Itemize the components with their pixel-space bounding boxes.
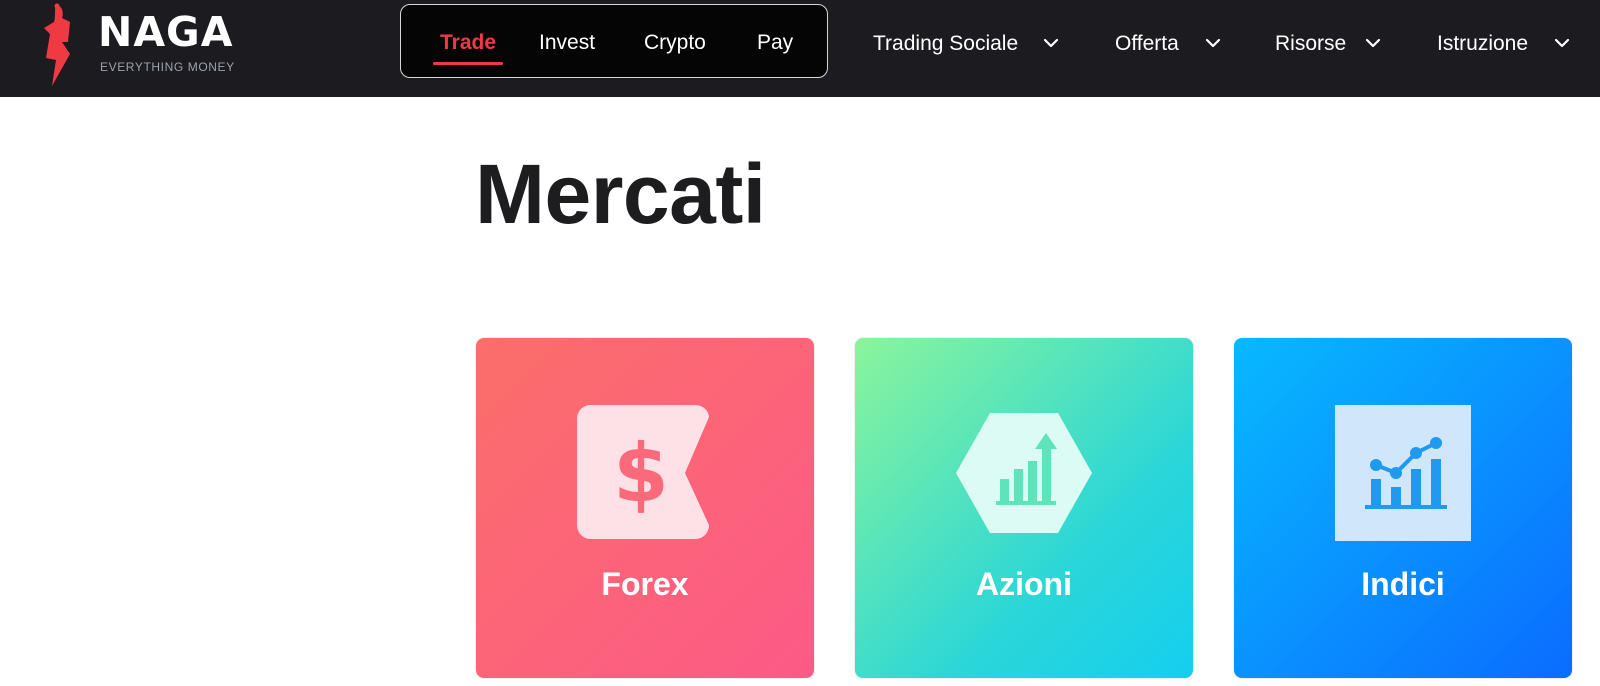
market-card-forex[interactable]: $ Forex bbox=[476, 338, 814, 678]
nav-istruzione[interactable]: Istruzione bbox=[1437, 27, 1582, 61]
market-label: Indici bbox=[1361, 566, 1445, 602]
index-chart-icon bbox=[1335, 405, 1471, 541]
market-label: Forex bbox=[601, 566, 689, 602]
nav-item-label: Istruzione bbox=[1437, 32, 1529, 55]
tab-crypto[interactable]: Crypto bbox=[644, 5, 706, 79]
naga-logo[interactable]: NAGA EVERYTHING MONEY bbox=[40, 0, 240, 97]
nav-risorse[interactable]: Risorse bbox=[1275, 27, 1385, 61]
chevron-down-icon bbox=[1205, 38, 1221, 48]
top-navigation-bar: NAGA EVERYTHING MONEY Trade Invest Crypt… bbox=[0, 0, 1600, 97]
dollar-tag-icon: $ bbox=[577, 405, 709, 539]
nav-item-label: Risorse bbox=[1275, 32, 1347, 55]
market-label: Azioni bbox=[976, 566, 1072, 602]
product-switcher: Trade Invest Crypto Pay bbox=[400, 4, 828, 78]
tab-trade[interactable]: Trade bbox=[440, 5, 496, 79]
chevron-down-icon bbox=[1043, 38, 1059, 48]
nav-item-label: Offerta bbox=[1115, 32, 1179, 55]
tab-invest[interactable]: Invest bbox=[539, 5, 595, 79]
active-tab-indicator bbox=[433, 62, 503, 65]
page-title: Mercati bbox=[475, 147, 766, 241]
brand-name: NAGA bbox=[98, 8, 234, 56]
chevron-down-icon bbox=[1554, 38, 1570, 48]
nav-offerta[interactable]: Offerta bbox=[1115, 27, 1225, 61]
nav-trading-sociale[interactable]: Trading Sociale bbox=[873, 27, 1063, 61]
svg-text:$: $ bbox=[613, 427, 669, 520]
chevron-down-icon bbox=[1365, 38, 1381, 48]
market-card-azioni[interactable]: Azioni bbox=[855, 338, 1193, 678]
tab-pay[interactable]: Pay bbox=[757, 5, 793, 79]
market-card-indici[interactable]: Indici bbox=[1234, 338, 1572, 678]
brand-tagline: EVERYTHING MONEY bbox=[100, 60, 235, 74]
nav-item-label: Trading Sociale bbox=[873, 32, 1019, 55]
dragon-logo-icon bbox=[44, 3, 70, 86]
stocks-hexagon-icon bbox=[956, 413, 1092, 533]
